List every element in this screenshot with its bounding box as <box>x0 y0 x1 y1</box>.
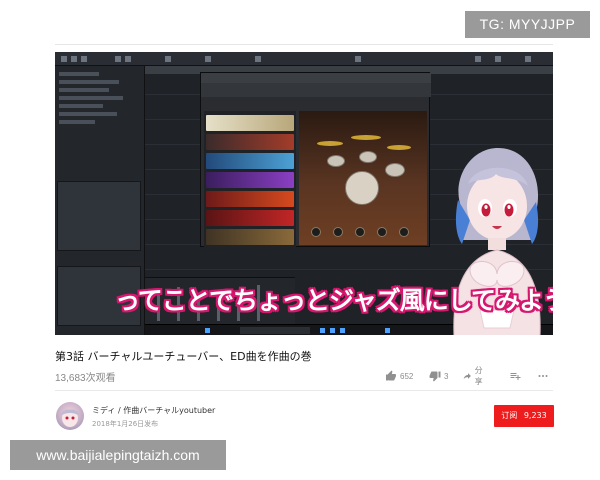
daw-toolbar <box>55 52 553 66</box>
dislike-count: 3 <box>444 371 449 381</box>
channel-name[interactable]: ミディ / 作曲バーチャルyoutuber <box>92 405 215 416</box>
more-icon <box>538 375 548 377</box>
library-list <box>204 111 296 248</box>
video-player[interactable]: ってことでちょっとジャズ風にしてみよう！ <box>55 52 553 335</box>
thumbs-up-icon <box>386 370 396 381</box>
channel-avatar[interactable] <box>56 402 84 430</box>
subscribe-button[interactable]: 订阅 9,233 <box>494 405 554 427</box>
tg-badge: TG: MYYJJPP <box>465 11 590 38</box>
page: TG: MYYJJPP ってことでちょっとジャズ風にしてみよう！ 第3話 バーチ… <box>0 0 600 480</box>
avatar-face-icon <box>61 409 79 427</box>
share-icon <box>463 373 471 380</box>
info-divider <box>55 390 553 391</box>
add-to-playlist-button[interactable] <box>509 368 521 384</box>
drum-kit-instrument <box>299 111 427 245</box>
website-watermark: www.baijialepingtaizh.com <box>10 440 226 470</box>
add-to-playlist-icon <box>510 373 521 380</box>
top-divider <box>55 44 553 45</box>
publish-date: 2018年1月26日发布 <box>92 420 159 428</box>
subscriber-count: 9,233 <box>523 411 547 420</box>
share-button[interactable]: 分享 <box>463 366 486 386</box>
video-caption: ってことでちょっとジャズ風にしてみよう！ <box>115 286 553 315</box>
kontakt-plugin-window <box>200 72 431 248</box>
video-title: 第3話 バーチャルユーチューバー、ED曲を作曲の巻 <box>55 350 312 363</box>
view-count: 13,683次观看 <box>55 373 116 384</box>
like-count: 652 <box>400 371 414 381</box>
share-label: 分享 <box>474 366 483 386</box>
like-button[interactable]: 652 <box>385 368 413 384</box>
more-button[interactable] <box>537 368 549 384</box>
thumbs-down-icon <box>429 371 441 382</box>
subscribe-label: 订阅 <box>501 411 518 420</box>
dislike-button[interactable]: 3 <box>429 368 448 384</box>
